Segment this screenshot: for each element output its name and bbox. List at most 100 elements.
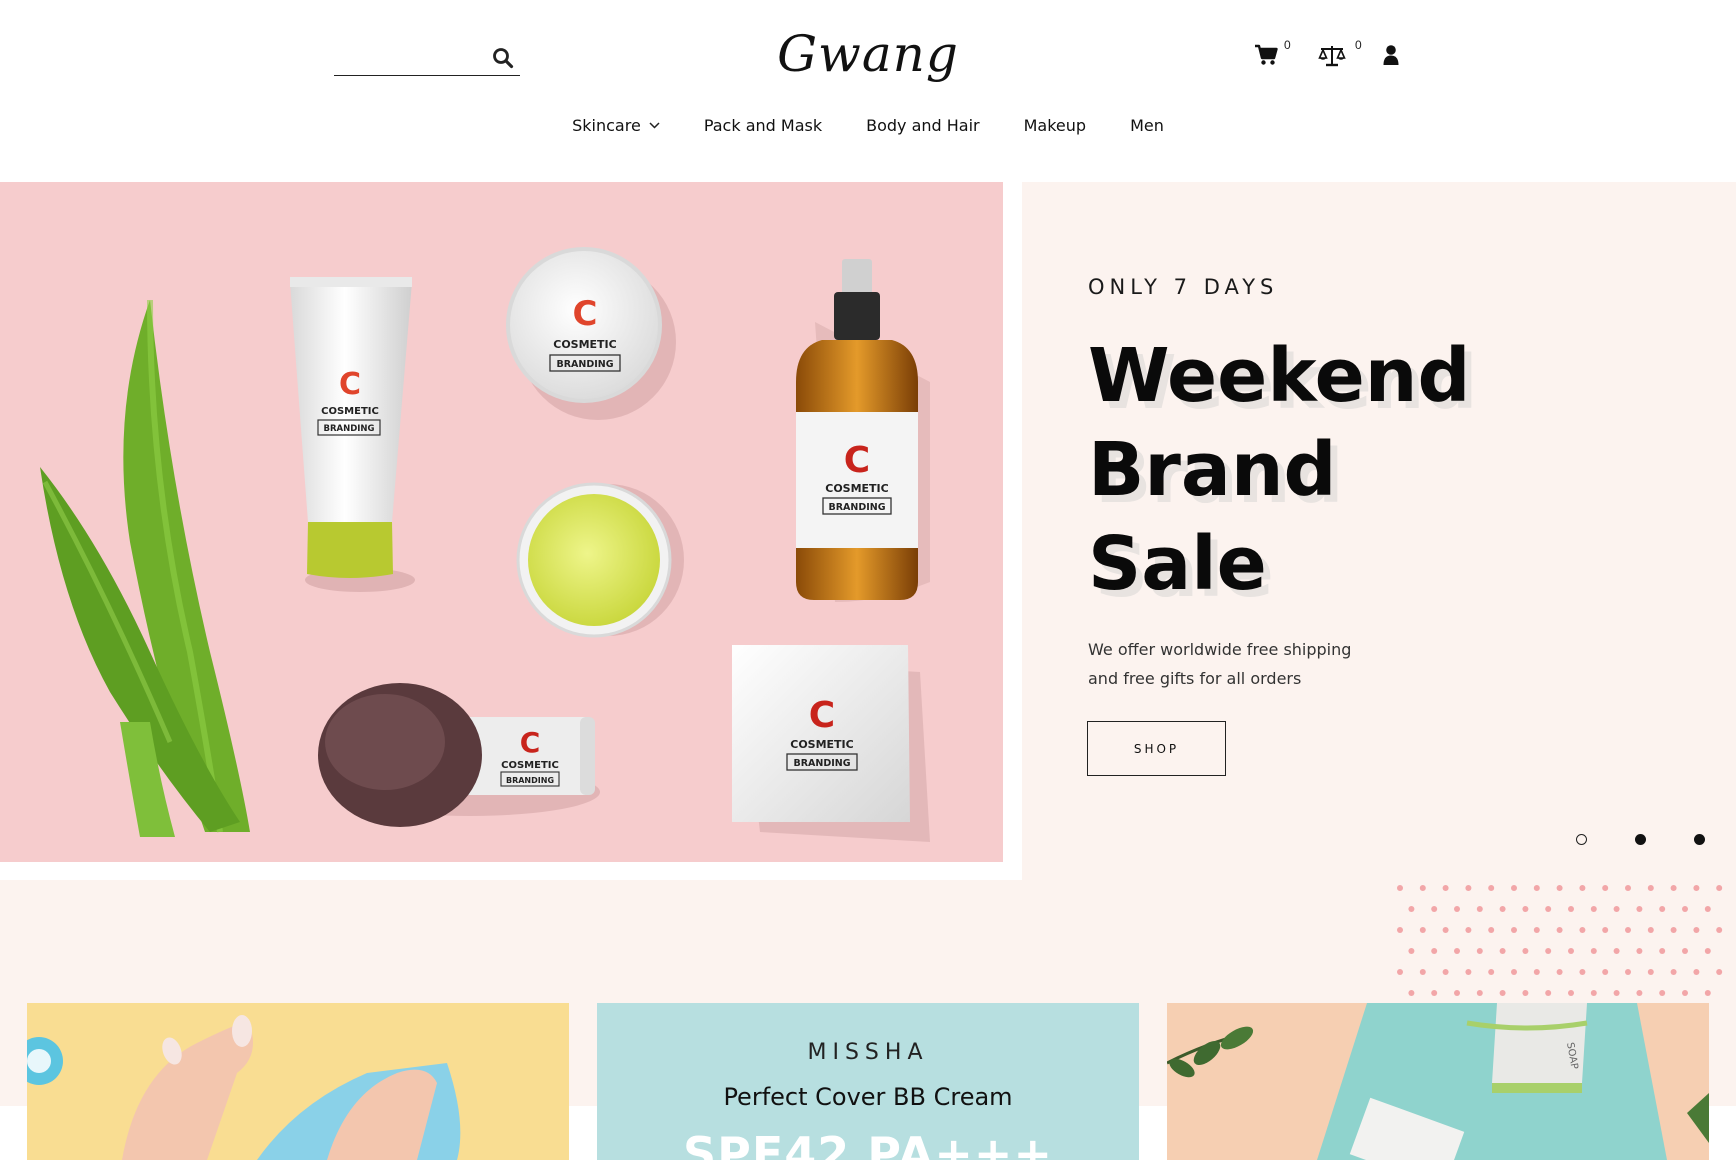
svg-text:BRANDING: BRANDING — [793, 758, 850, 769]
hero-product-image: C COSMETIC BRANDING C COSMETIC BRANDING — [0, 182, 1003, 862]
promo-banner-soap[interactable]: SOAP — [1167, 1003, 1709, 1160]
nav-item-label: Pack and Mask — [703, 115, 823, 135]
logo-text: Gwang — [777, 25, 959, 83]
pattern-dot — [1499, 948, 1506, 954]
svg-text:BRANDING: BRANDING — [556, 359, 613, 370]
pattern-dot — [1647, 885, 1654, 891]
main-nav: Skincare Pack and Mask Body and Hair Mak… — [0, 112, 1736, 138]
pattern-dot — [1511, 885, 1517, 891]
compare-scale-icon[interactable] — [1318, 44, 1348, 70]
pattern-dot — [1397, 885, 1403, 891]
pattern-dot — [1682, 990, 1688, 996]
pattern-dot — [1625, 969, 1631, 975]
pattern-dot — [1556, 927, 1563, 933]
pattern-dot — [1465, 969, 1472, 975]
pattern-dot — [1704, 948, 1711, 954]
hero-title: Weekend Brand Sale — [1088, 329, 1648, 611]
nav-item-skincare[interactable]: Skincare — [550, 112, 682, 138]
pattern-dot — [1408, 906, 1415, 912]
nav-item-label: Men — [1130, 115, 1164, 135]
shop-button[interactable]: SHOP — [1087, 721, 1226, 776]
banner-brand: MISSHA — [807, 1040, 929, 1065]
decorative-dot-pattern — [1397, 885, 1723, 996]
cosmetic-box: C COSMETIC BRANDING — [732, 645, 930, 842]
search-input[interactable] — [334, 40, 484, 74]
pattern-dot — [1647, 927, 1654, 933]
cart-count: 0 — [1284, 38, 1291, 52]
pattern-dot — [1419, 969, 1426, 975]
pattern-dot — [1533, 969, 1540, 975]
pattern-dot — [1522, 906, 1529, 912]
slider-dot-2[interactable] — [1635, 834, 1646, 845]
svg-text:BRANDING: BRANDING — [828, 502, 885, 513]
promo-banner-hand-cream[interactable] — [27, 1003, 569, 1160]
svg-text:BRANDING: BRANDING — [506, 776, 554, 785]
svg-text:C: C — [339, 367, 361, 402]
nav-item-pack-and-mask[interactable]: Pack and Mask — [682, 112, 844, 138]
pattern-dot — [1431, 906, 1438, 912]
pattern-dot — [1659, 990, 1666, 996]
slider-dot-3[interactable] — [1694, 834, 1705, 845]
pattern-dot — [1533, 885, 1540, 891]
pattern-dot — [1613, 948, 1620, 954]
hero-kicker: ONLY 7 DAYS — [1088, 275, 1279, 299]
pattern-dot — [1579, 885, 1586, 891]
pattern-dot — [1511, 969, 1517, 975]
pattern-dot — [1625, 885, 1631, 891]
promo-banner-missha[interactable]: MISSHA Perfect Cover BB Cream SPF42 PA++… — [597, 1003, 1139, 1160]
hero-title-line: Weekend — [1088, 333, 1471, 419]
pattern-dot — [1442, 927, 1449, 933]
cosmetic-jar-lid: C COSMETIC BRANDING — [506, 247, 676, 420]
cart-icon[interactable] — [1254, 44, 1280, 70]
pattern-dot — [1693, 885, 1700, 891]
aloe-leaves — [40, 299, 250, 837]
nav-item-label: Body and Hair — [866, 115, 980, 135]
nav-item-men[interactable]: Men — [1108, 112, 1186, 138]
pattern-dot — [1647, 969, 1654, 975]
pattern-dot — [1488, 969, 1495, 975]
pattern-dot — [1522, 990, 1529, 996]
pattern-dot — [1511, 927, 1517, 933]
svg-text:C: C — [573, 294, 598, 334]
pattern-dot — [1670, 885, 1677, 891]
pattern-dot — [1716, 969, 1723, 975]
site-logo[interactable]: Gwang — [768, 18, 968, 90]
pattern-dot — [1568, 948, 1574, 954]
nav-item-body-and-hair[interactable]: Body and Hair — [844, 112, 1002, 138]
site-header: Gwang 0 0 Skincare Pack and Mask Body an… — [0, 0, 1736, 182]
pattern-dot — [1590, 990, 1597, 996]
pattern-dot — [1488, 927, 1495, 933]
search-icon[interactable] — [490, 45, 516, 71]
pattern-dot — [1613, 906, 1620, 912]
hero-divider-bottom — [0, 862, 1022, 880]
pattern-dot — [1682, 948, 1688, 954]
cosmetic-balm-jar — [516, 482, 684, 638]
banner-product-name: Perfect Cover BB Cream — [723, 1083, 1013, 1111]
nav-item-label: Makeup — [1023, 115, 1087, 135]
slider-dot-1[interactable] — [1576, 834, 1587, 845]
nav-item-makeup[interactable]: Makeup — [1002, 112, 1108, 138]
svg-text:COSMETIC: COSMETIC — [825, 482, 888, 495]
pattern-dot — [1556, 885, 1563, 891]
svg-text:COSMETIC: COSMETIC — [553, 338, 616, 351]
pattern-dot — [1716, 885, 1723, 891]
pattern-dot — [1545, 990, 1552, 996]
hero-title-line: Brand — [1088, 427, 1337, 513]
pattern-dot — [1545, 948, 1552, 954]
pattern-dot — [1476, 990, 1483, 996]
hero-subtitle-line: We offer worldwide free shipping — [1088, 640, 1352, 659]
pattern-dot — [1579, 969, 1586, 975]
user-icon[interactable] — [1382, 44, 1402, 70]
pattern-dot — [1476, 948, 1483, 954]
pattern-dot — [1454, 906, 1460, 912]
pattern-dot — [1693, 927, 1700, 933]
pattern-dot — [1670, 969, 1677, 975]
pattern-dot — [1408, 948, 1415, 954]
svg-text:COSMETIC: COSMETIC — [321, 406, 379, 417]
pattern-dot — [1579, 927, 1586, 933]
hero-title-line: Sale — [1088, 521, 1267, 607]
pattern-dot — [1693, 969, 1700, 975]
cosmetic-bottle: C COSMETIC BRANDING — [796, 259, 930, 602]
pattern-dot — [1556, 969, 1563, 975]
pattern-dot — [1636, 948, 1643, 954]
